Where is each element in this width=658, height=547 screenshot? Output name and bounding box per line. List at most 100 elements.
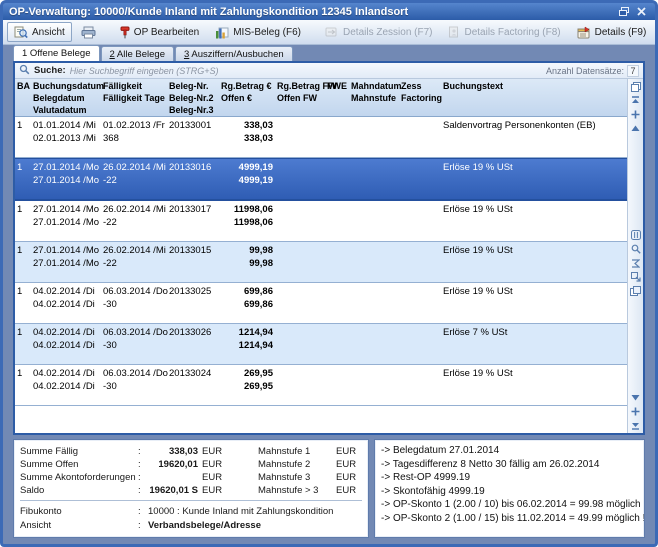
mis-beleg-button[interactable]: MIS-Beleg (F6) [208,22,308,42]
columns-icon[interactable] [630,230,642,241]
mahnstufe-currency: EUR [336,485,362,496]
cell-offen: 699,86 [221,298,277,311]
print-button[interactable] [74,22,103,42]
page-up-icon[interactable] [630,123,642,134]
details-zession-button[interactable]: Details Zession (F7) [318,22,439,42]
summary-label: Summe Fällig [20,446,138,457]
titlebar: OP-Verwaltung: 10000/Kunde Inland mit Za… [3,3,655,20]
fibukonto-value: 10000 : Kunde Inland mit Zahlungskonditi… [148,506,362,517]
table-row[interactable]: 1 01.01.2014 /Mi 02.01.2013 /Mi 01.02.20… [15,117,627,158]
summary-row: Saldo : 19620,01 S EUR Mahnstufe > 3 EUR [20,484,362,497]
cell-belegdatum: 02.01.2013 /Mi [33,132,103,145]
info-line: -> Tagesdifferenz 8 Netto 30 fällig am 2… [381,458,645,472]
cell-faelligkeit: 26.02.2014 /Mi [103,244,169,257]
cell-ba: 1 [17,326,33,339]
ansicht-button[interactable]: Ansicht [7,22,72,42]
scroll-down-icon[interactable] [630,406,642,417]
cell-faelligkeit-tage: -30 [103,298,169,311]
summary-row: Summe Offen : 19620,01 EUR Mahnstufe 2 E… [20,458,362,471]
summary-currency: EUR [202,485,232,496]
scroll-to-bottom-icon[interactable] [630,420,642,431]
close-icon[interactable] [634,6,649,18]
summary-divider [20,500,362,501]
info-line: -> Rest-OP 4999.19 [381,471,645,485]
cell-ba: 1 [17,285,33,298]
cell-belegdatum: 04.02.2014 /Di [33,339,103,352]
tab-strip: 1 Offene Belege 2 Alle Belege 3 Ausziffe… [3,45,655,61]
mis-beleg-button-label: MIS-Beleg (F6) [233,27,301,38]
cell-rg-betrag: 11998,06 [221,203,277,216]
col-zess-factoring: ZessFactoring [401,80,443,116]
table-row[interactable]: 1 27.01.2014 /Mo 27.01.2014 /Mo 26.02.20… [15,201,627,242]
open-items-grid: BA BuchungsdatumBelegdatumValutadatum Fä… [15,79,627,433]
cell-rg-betrag: 699,86 [221,285,277,298]
cell-buchungsdatum: 27.01.2014 /Mo [33,203,103,216]
cell-beleg-nr: 20133017 [169,203,221,216]
fibukonto-label: Fibukonto [20,506,138,517]
report-icon[interactable] [630,286,642,297]
details-button[interactable]: Details (F9) [570,22,654,42]
table-row[interactable]: 1 04.02.2014 /Di 04.02.2014 /Di 06.03.20… [15,365,627,406]
col-rg-betrag-fw: Rg.Betrag FWOffen FW [277,80,327,116]
details-factoring-button[interactable]: Details Factoring (F8) [441,22,567,42]
cell-belegdatum: 27.01.2014 /Mo [33,216,103,229]
toolbar: Ansicht OP Bearbeiten MIS-Beleg (F6) Det [3,20,655,45]
cell-offen: 269,95 [221,380,277,393]
document-link-icon [325,26,339,38]
restore-window-icon[interactable] [616,6,631,18]
scroll-up-icon[interactable] [630,109,642,120]
summary-label: Summe Offen [20,459,138,470]
mahnstufe-label: Mahnstufe 1 [258,446,336,457]
printer-icon [81,26,96,39]
cell-beleg-nr: 20133016 [169,161,221,174]
cell-faelligkeit-tage: -22 [103,257,169,270]
ansicht-button-label: Ansicht [32,27,65,38]
open-items-panel: Suche: Anzahl Datensätze:7 BA Buchungsda… [13,61,645,435]
col-fwe: FWE [327,80,351,116]
cell-beleg-nr: 20133026 [169,326,221,339]
cell-rg-betrag: 4999,19 [221,161,277,174]
cell-offen: 338,03 [221,132,277,145]
cell-rg-betrag: 338,03 [221,119,277,132]
op-bearbeiten-button-label: OP Bearbeiten [134,27,199,38]
search-label: Suche: [34,65,66,76]
cell-faelligkeit: 01.02.2013 /Fr [103,119,169,132]
cell-buchungsdatum: 04.02.2014 /Di [33,367,103,380]
cell-belegdatum: 27.01.2014 /Mo [33,257,103,270]
mahnstufe-currency: EUR [336,472,362,483]
info-line: -> OP-Skonto 2 (1.00 / 15) bis 11.02.201… [381,512,645,526]
search-input[interactable] [70,66,542,76]
tab-ausziffern-ausbuchen[interactable]: 3 Ausziffern/Ausbuchen [175,46,293,61]
zoom-icon[interactable] [630,244,642,255]
cell-rg-betrag: 1214,94 [221,326,277,339]
cell-rg-betrag: 99,98 [221,244,277,257]
tab-offene-belege[interactable]: 1 Offene Belege [13,45,100,61]
table-row[interactable]: 1 04.02.2014 /Di 04.02.2014 /Di 06.03.20… [15,283,627,324]
col-buchungstext: Buchungstext [443,80,627,116]
tab-alle-belege[interactable]: 2 Alle Belege [101,46,174,61]
details-zession-button-label: Details Zession (F7) [343,27,432,38]
scroll-to-top-icon[interactable] [630,95,642,106]
export-icon[interactable] [630,272,642,283]
table-row[interactable]: 1 27.01.2014 /Mo 27.01.2014 /Mo 26.02.20… [15,242,627,283]
summary-row: Summe Fällig : 338,03 EUR Mahnstufe 1 EU… [20,445,362,458]
page-down-icon[interactable] [630,392,642,403]
info-line: -> OP-Skonto 1 (2.00 / 10) bis 06.02.201… [381,498,645,512]
bottom-panels: Summe Fällig : 338,03 EUR Mahnstufe 1 EU… [13,439,645,538]
cell-faelligkeit-tage: 368 [103,132,169,145]
sum-icon[interactable] [630,258,642,269]
summary-value: 19620,01 [148,459,202,470]
cell-offen: 4999,19 [221,174,277,187]
cell-faelligkeit: 06.03.2014 /Do [103,326,169,339]
grid-header[interactable]: BA BuchungsdatumBelegdatumValutadatum Fä… [15,79,627,117]
table-row[interactable]: 1 27.01.2014 /Mo 27.01.2014 /Mo 26.02.20… [15,158,627,201]
magnifier-document-icon [14,26,28,39]
table-row[interactable]: 1 04.02.2014 /Di 04.02.2014 /Di 06.03.20… [15,324,627,365]
cell-buchungsdatum: 27.01.2014 /Mo [33,244,103,257]
search-icon [19,62,30,80]
grid-side-toolbar [627,79,643,433]
col-rg-betrag: Rg.Betrag €Offen € [221,80,277,116]
op-bearbeiten-button[interactable]: OP Bearbeiten [113,22,206,42]
copy-pages-icon[interactable] [630,81,642,92]
summary-label: Summe Akontoforderungen [20,472,138,483]
